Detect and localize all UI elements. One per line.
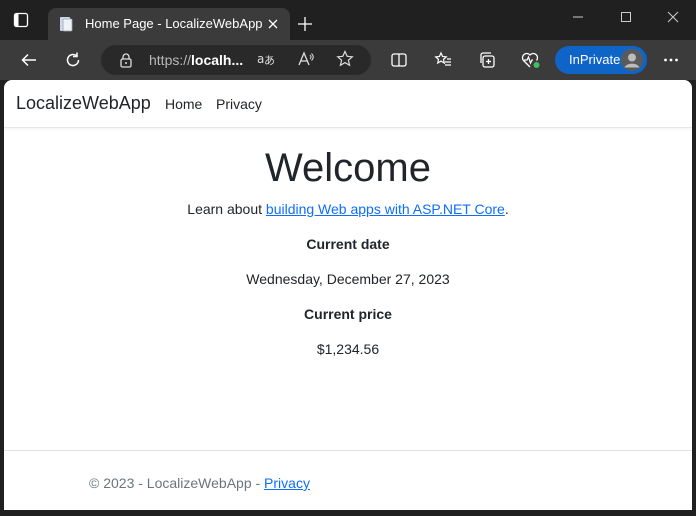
collections-icon[interactable] (477, 50, 497, 70)
back-arrow-icon[interactable] (19, 50, 39, 70)
close-icon[interactable] (265, 16, 281, 32)
nav-link-home[interactable]: Home (165, 96, 202, 112)
learn-suffix: . (504, 201, 509, 217)
aspnet-core-link[interactable]: building Web apps with ASP.NET Core (266, 201, 505, 217)
more-options-icon[interactable] (661, 50, 681, 70)
current-price-label: Current price (304, 306, 392, 322)
tab-title: Home Page - LocalizeWebApp (85, 16, 263, 31)
avatar (621, 49, 643, 71)
page-icon (58, 16, 74, 32)
current-date-label: Current date (306, 236, 390, 252)
current-date-value: Wednesday, December 27, 2023 (246, 271, 450, 287)
favorite-star-icon[interactable] (336, 50, 356, 70)
learn-about-text: Learn about building Web apps with ASP.N… (4, 201, 692, 217)
favorites-icon[interactable] (433, 50, 453, 70)
site-brand-link[interactable]: LocalizeWebApp (16, 93, 151, 114)
maximize-icon[interactable] (616, 8, 636, 26)
url-host: localh... (191, 52, 244, 68)
read-aloud-icon[interactable] (297, 50, 317, 70)
inprivate-button[interactable]: InPrivate (555, 46, 647, 74)
site-footer: © 2023 - LocalizeWebApp - Privacy (4, 450, 692, 510)
browser-toolbar: https://localh... aあ InPrivate (0, 40, 696, 80)
tab-home-page[interactable]: Home Page - LocalizeWebApp (48, 8, 290, 40)
split-screen-icon[interactable] (389, 50, 409, 70)
learn-prefix: Learn about (187, 201, 266, 217)
minimize-icon[interactable] (568, 8, 588, 26)
tab-strip: Home Page - LocalizeWebApp (0, 0, 696, 40)
lock-icon[interactable] (118, 52, 134, 68)
translate-icon[interactable]: aあ (256, 50, 276, 70)
page-title: Welcome (265, 146, 431, 190)
new-tab-icon[interactable] (296, 15, 314, 33)
svg-text:あ: あ (264, 54, 274, 67)
current-price-value: $1,234.56 (316, 341, 380, 357)
tab-actions-icon[interactable] (12, 11, 30, 29)
url-scheme: https:// (149, 52, 192, 68)
browser-essentials-icon[interactable] (521, 50, 541, 70)
browser-window: Home Page - LocalizeWebApp https://local… (0, 0, 696, 516)
window-close-icon[interactable] (663, 8, 683, 26)
inprivate-label: InPrivate (569, 52, 621, 67)
address-bar[interactable]: https://localh... aあ (101, 45, 371, 75)
site-navbar: LocalizeWebApp Home Privacy (4, 80, 692, 128)
refresh-icon[interactable] (63, 50, 83, 70)
copyright-text: © 2023 - LocalizeWebApp - (89, 475, 265, 491)
nav-link-privacy[interactable]: Privacy (216, 96, 262, 112)
footer-text: © 2023 - LocalizeWebApp - Privacy (89, 475, 310, 491)
footer-privacy-link[interactable]: Privacy (264, 475, 310, 491)
url-text[interactable]: https://localh... (149, 52, 243, 68)
page-viewport: LocalizeWebApp Home Privacy Welcome Lear… (4, 80, 692, 510)
